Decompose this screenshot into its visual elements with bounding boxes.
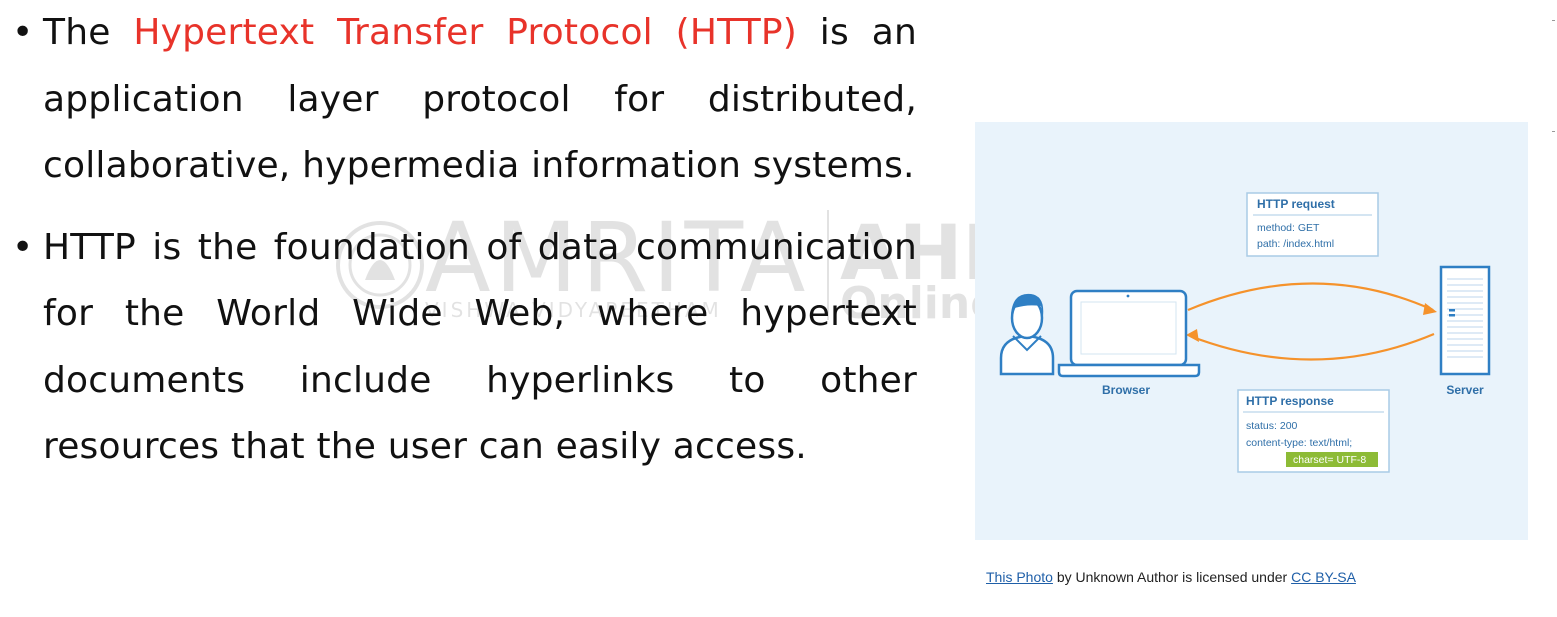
request-title: HTTP request <box>1257 197 1335 211</box>
response-content-type: content-type: text/html; <box>1246 437 1352 449</box>
bullet-dot: • <box>12 12 34 53</box>
response-status: status: 200 <box>1246 420 1298 432</box>
edge-mark <box>1552 131 1555 132</box>
photo-credit: This Photo by Unknown Author is licensed… <box>986 569 1356 585</box>
request-arrow <box>1187 282 1437 315</box>
response-charset: charset= UTF-8 <box>1293 454 1366 466</box>
request-path: path: /index.html <box>1257 238 1334 250</box>
slide-text: • The Hypertext Transfer Protocol (HTTP)… <box>12 0 917 481</box>
browser-label: Browser <box>1102 383 1150 397</box>
bullet-http-definition: • The Hypertext Transfer Protocol (HTTP)… <box>12 0 917 200</box>
http-highlight: Hypertext Transfer Protocol (HTTP) <box>133 12 798 53</box>
http-response-box: HTTP response status: 200 content-type: … <box>1237 389 1390 473</box>
bullet-http-foundation: • HTTP is the foundation of data communi… <box>12 215 917 481</box>
cc-by-sa-link[interactable]: CC BY-SA <box>1291 569 1356 585</box>
bullet-dot: • <box>12 226 34 268</box>
request-method: method: GET <box>1257 222 1320 234</box>
response-arrow <box>1186 329 1435 361</box>
response-title: HTTP response <box>1246 394 1334 408</box>
this-photo-link[interactable]: This Photo <box>986 569 1053 585</box>
http-request-box: HTTP request method: GET path: /index.ht… <box>1246 192 1379 257</box>
edge-mark <box>1552 20 1555 21</box>
user-icon <box>999 293 1055 376</box>
http-diagram-svg: HTTP request method: GET path: /index.ht… <box>999 192 1491 473</box>
server-label: Server <box>1446 383 1484 397</box>
http-diagram: HTTP request method: GET path: /index.ht… <box>975 122 1528 540</box>
laptop-icon <box>1057 289 1201 378</box>
server-icon <box>1439 265 1491 376</box>
credit-middle-text: by Unknown Author is licensed under <box>1052 569 1292 585</box>
